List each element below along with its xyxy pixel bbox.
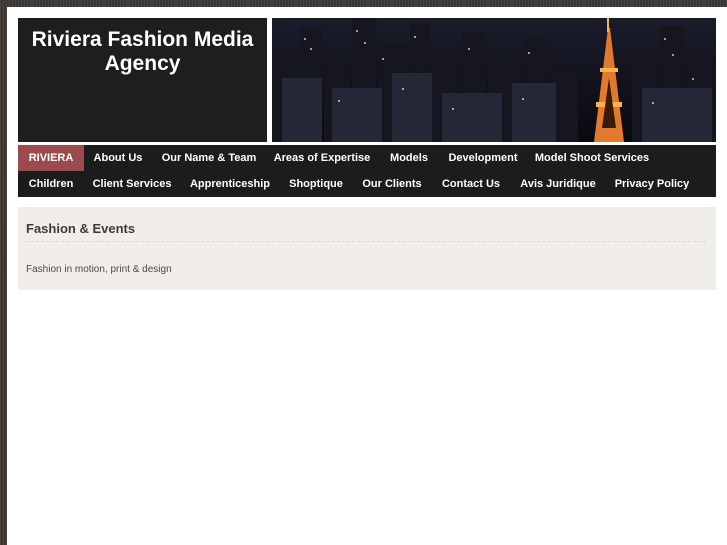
nav-item-avis-juridique[interactable]: Avis Juridique <box>510 171 606 197</box>
city-skyline-image <box>272 18 716 142</box>
nav-item-children[interactable]: Children <box>18 171 84 197</box>
nav-item-apprenticeship[interactable]: Apprenticeship <box>180 171 280 197</box>
nav-item-privacy-policy[interactable]: Privacy Policy <box>606 171 698 197</box>
nav-item-client-services[interactable]: Client Services <box>84 171 180 197</box>
nav-row-1: RIVIERA About Us Our Name & Team Areas o… <box>18 145 716 171</box>
banner-image <box>272 18 716 142</box>
nav-item-models[interactable]: Models <box>378 145 440 171</box>
page: Riviera Fashion Media Agency RIVIERA Abo… <box>7 7 727 545</box>
site-title-text: Riviera Fashion Media Agency <box>31 28 254 75</box>
content-text: Fashion in motion, print & design <box>26 264 172 275</box>
nav-item-areas-of-expertise[interactable]: Areas of Expertise <box>266 145 378 171</box>
header: Riviera Fashion Media Agency <box>18 18 716 142</box>
nav-item-model-shoot-services[interactable]: Model Shoot Services <box>526 145 658 171</box>
nav-item-about-us[interactable]: About Us <box>84 145 152 171</box>
nav-row-2: Children Client Services Apprenticeship … <box>18 171 716 197</box>
nav-item-shoptique[interactable]: Shoptique <box>280 171 352 197</box>
content-box: Fashion & Events Fashion in motion, prin… <box>18 207 716 290</box>
nav-item-our-name-team[interactable]: Our Name & Team <box>152 145 266 171</box>
main-navigation: RIVIERA About Us Our Name & Team Areas o… <box>18 145 716 197</box>
nav-item-contact-us[interactable]: Contact Us <box>432 171 510 197</box>
nav-item-our-clients[interactable]: Our Clients <box>352 171 432 197</box>
site-title[interactable]: Riviera Fashion Media Agency <box>18 18 267 142</box>
content-heading: Fashion & Events <box>26 221 706 242</box>
nav-item-riviera[interactable]: RIVIERA <box>18 145 84 171</box>
nav-item-development[interactable]: Development <box>440 145 526 171</box>
